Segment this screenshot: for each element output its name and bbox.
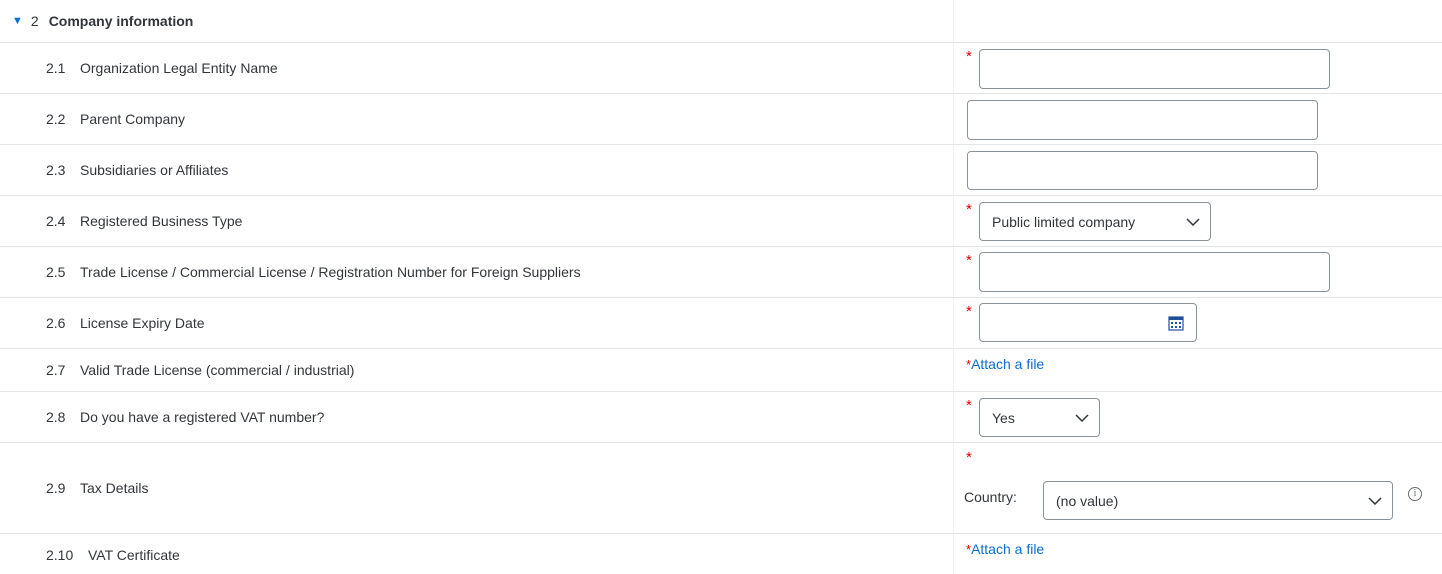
legal-entity-name-input[interactable] <box>979 49 1330 89</box>
question-label: 2.10 VAT Certificate <box>46 547 180 563</box>
country-label: Country: <box>964 489 1017 505</box>
calendar-icon[interactable] <box>1168 315 1184 331</box>
selected-value: Public limited company <box>992 213 1136 230</box>
question-row-2-4: 2.4 Registered Business Type * Public lim… <box>0 196 1442 247</box>
question-row-2-2: 2.2 Parent Company <box>0 94 1442 145</box>
question-label: 2.7 Valid Trade License (commercial / ind… <box>46 362 355 378</box>
question-label: 2.9 Tax Details <box>46 480 149 496</box>
question-label: 2.5 Trade License / Commercial License / … <box>46 264 581 280</box>
question-label: 2.2 Parent Company <box>46 111 186 127</box>
question-row-2-3: 2.3 Subsidiaries or Affiliates <box>0 145 1442 196</box>
question-row-2-5: 2.5 Trade License / Commercial License / … <box>0 247 1442 298</box>
question-row-2-1: 2.1 Organization Legal Entity Name * <box>0 43 1442 94</box>
vat-registered-select[interactable]: Yes <box>979 398 1100 437</box>
question-label: 2.8 Do you have a registered VAT number? <box>46 409 325 425</box>
attach-file-link[interactable]: *Attach a file <box>966 356 1044 372</box>
triangle-down-icon[interactable]: ▼ <box>12 15 23 27</box>
question-row-2-8: 2.8 Do you have a registered VAT number? … <box>0 392 1442 443</box>
required-marker: * <box>966 252 972 269</box>
question-label: 2.3 Subsidiaries or Affiliates <box>46 162 229 178</box>
section-header-row[interactable]: ▼ 2 Company information <box>0 0 1442 43</box>
question-label: 2.4 Registered Business Type <box>46 213 243 229</box>
required-marker: * <box>966 48 972 65</box>
question-row-2-6: 2.6 License Expiry Date * <box>0 298 1442 349</box>
chevron-down-icon <box>1186 217 1200 226</box>
subsidiaries-input[interactable] <box>967 151 1318 190</box>
question-row-2-10: 2.10 VAT Certificate *Attach a file <box>0 534 1442 574</box>
selected-value: (no value) <box>1056 492 1119 509</box>
question-label: 2.6 License Expiry Date <box>46 315 205 331</box>
trade-license-input[interactable] <box>979 252 1330 292</box>
required-marker: * <box>966 303 972 320</box>
section-number: 2 <box>30 13 39 29</box>
parent-company-input[interactable] <box>967 100 1318 140</box>
required-marker: * <box>966 449 972 466</box>
question-row-2-9: 2.9 Tax Details * Country: (no value) i <box>0 443 1442 534</box>
info-icon[interactable]: i <box>1408 487 1422 501</box>
business-type-select[interactable]: Public limited company <box>979 202 1211 241</box>
country-select[interactable]: (no value) <box>1043 481 1393 520</box>
required-marker: * <box>966 201 972 218</box>
question-label: 2.1 Organization Legal Entity Name <box>46 60 278 76</box>
question-row-2-7: 2.7 Valid Trade License (commercial / ind… <box>0 349 1442 392</box>
chevron-down-icon <box>1075 413 1089 422</box>
company-information-table: ▼ 2 Company information 2.1 Organization … <box>0 0 1442 574</box>
section-title: Company information <box>48 13 194 29</box>
attach-file-link[interactable]: *Attach a file <box>966 541 1044 557</box>
required-marker: * <box>966 397 972 414</box>
selected-value: Yes <box>992 409 1015 426</box>
chevron-down-icon <box>1368 496 1382 505</box>
license-expiry-date-input[interactable] <box>979 303 1197 342</box>
